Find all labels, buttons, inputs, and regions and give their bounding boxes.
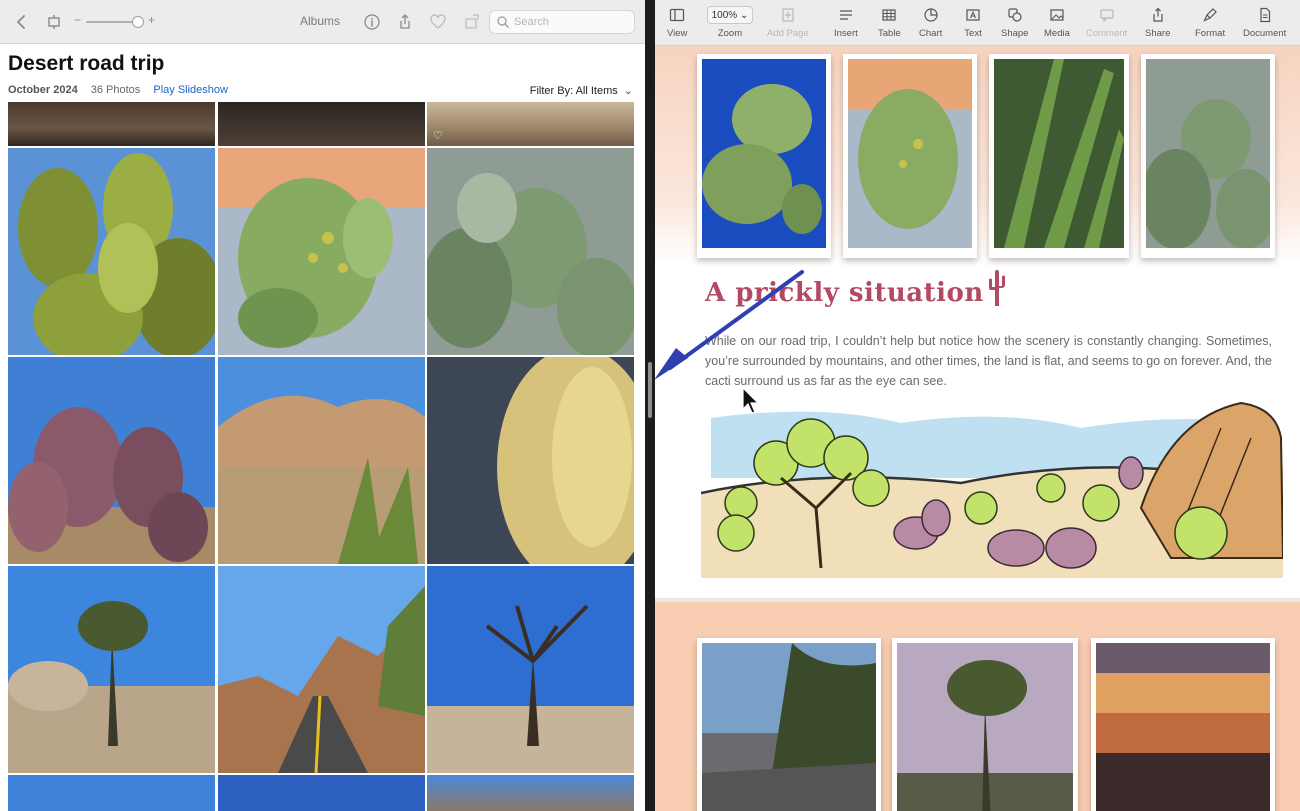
document-heading[interactable]: A prickly situation [705, 278, 984, 308]
photos-toolbar: − + Albums Search [0, 0, 645, 44]
photo-thumbnail[interactable] [8, 357, 215, 564]
mouse-pointer-icon [742, 387, 760, 414]
shape-button[interactable]: Shape [1001, 6, 1028, 44]
photo-thumbnail[interactable] [218, 148, 425, 355]
paintbrush-icon [1201, 6, 1219, 24]
placed-photo [1146, 59, 1270, 248]
cactus-icon [989, 270, 1005, 306]
album-date: October 2024 [8, 84, 78, 96]
split-view-divider[interactable] [645, 0, 655, 811]
document-button[interactable]: Document [1243, 6, 1286, 44]
share-button[interactable]: Share [1145, 6, 1170, 44]
photo-icon [1048, 6, 1066, 24]
photo-thumbnail[interactable] [427, 566, 634, 773]
album-meta: October 2024 36 Photos Play Slideshow [8, 84, 228, 96]
photo-thumbnail[interactable] [427, 357, 634, 564]
photo-thumbnail[interactable] [218, 102, 425, 146]
polaroid-photo-frame[interactable] [1141, 54, 1275, 258]
document-icon [1256, 6, 1274, 24]
table-icon [880, 6, 898, 24]
view-button[interactable]: View [667, 6, 687, 44]
sidebar-icon [668, 6, 686, 24]
chevron-down-icon: ⌄ [623, 85, 633, 97]
crop-aspect-icon[interactable] [42, 10, 66, 34]
play-slideshow-link[interactable]: Play Slideshow [153, 84, 228, 96]
photo-thumbnail[interactable] [218, 357, 425, 564]
polaroid-photo-frame[interactable] [697, 54, 831, 258]
placed-photo [702, 643, 876, 811]
split-view-handle[interactable] [648, 362, 652, 418]
polaroid-photo-frame[interactable] [1091, 638, 1275, 811]
insert-button[interactable]: Insert [834, 6, 858, 44]
table-button[interactable]: Table [878, 6, 901, 44]
placed-photo [994, 59, 1124, 248]
favorite-heart-icon: ♡ [433, 130, 443, 142]
zoom-button[interactable]: 100% ⌄ Zoom [707, 6, 753, 44]
rotate-icon[interactable] [460, 10, 484, 34]
polaroid-photo-frame[interactable] [697, 638, 881, 811]
photo-thumbnail[interactable] [427, 775, 634, 811]
media-button[interactable]: Media [1044, 6, 1070, 44]
polaroid-photo-frame[interactable] [892, 638, 1078, 811]
photo-thumbnail[interactable] [8, 566, 215, 773]
photo-thumbnail[interactable] [218, 775, 425, 811]
placed-photo [1096, 643, 1270, 811]
shape-icon [1006, 6, 1024, 24]
albums-breadcrumb[interactable]: Albums [300, 14, 340, 28]
photos-window: − + Albums Search Desert road trip Octob… [0, 0, 645, 811]
info-icon[interactable] [360, 10, 384, 34]
format-button[interactable]: Format [1195, 6, 1225, 44]
polaroid-photo-frame[interactable] [989, 54, 1129, 258]
share-icon [1149, 6, 1167, 24]
insert-icon [837, 6, 855, 24]
filter-label: Filter By: All Items [529, 85, 618, 97]
zoom-dropdown[interactable]: 100% ⌄ [707, 6, 753, 24]
photo-thumbnail[interactable] [8, 148, 215, 355]
slider-knob[interactable] [132, 16, 144, 28]
photo-thumbnail[interactable] [427, 148, 634, 355]
heart-icon[interactable] [426, 10, 450, 34]
photo-thumbnail[interactable] [8, 775, 215, 811]
placed-photo [848, 59, 972, 248]
photo-grid: ♡ [8, 102, 635, 811]
placed-photo [897, 643, 1073, 811]
text-button[interactable]: Text [964, 6, 982, 44]
chart-button[interactable]: Chart [919, 6, 942, 44]
chart-icon [922, 6, 940, 24]
share-icon[interactable] [393, 10, 417, 34]
photo-thumbnail[interactable] [218, 566, 425, 773]
comment-icon [1098, 6, 1116, 24]
document-body-text[interactable]: While on our road trip, I couldn’t help … [705, 331, 1272, 391]
comment-button[interactable]: Comment [1086, 6, 1127, 44]
placed-photo [702, 59, 826, 248]
album-title: Desert road trip [8, 52, 165, 75]
photo-thumbnail[interactable]: ♡ [427, 102, 634, 146]
photo-thumbnail[interactable] [8, 102, 215, 146]
filter-dropdown[interactable]: Filter By: All Items ⌄ [530, 84, 633, 97]
pages-toolbar: View 100% ⌄ Zoom Add Page Insert Table C… [655, 0, 1300, 46]
add-page-button[interactable]: Add Page [767, 6, 809, 44]
polaroid-photo-frame[interactable] [843, 54, 977, 258]
photo-count: 36 Photos [90, 84, 141, 96]
search-field[interactable]: Search [489, 10, 635, 34]
add-page-icon [779, 6, 797, 24]
text-box-icon [964, 6, 982, 24]
thumbnail-size-slider[interactable]: − + [74, 13, 155, 30]
desert-illustration[interactable] [701, 398, 1283, 578]
search-icon [497, 16, 509, 28]
back-chevron-icon[interactable] [10, 10, 34, 34]
